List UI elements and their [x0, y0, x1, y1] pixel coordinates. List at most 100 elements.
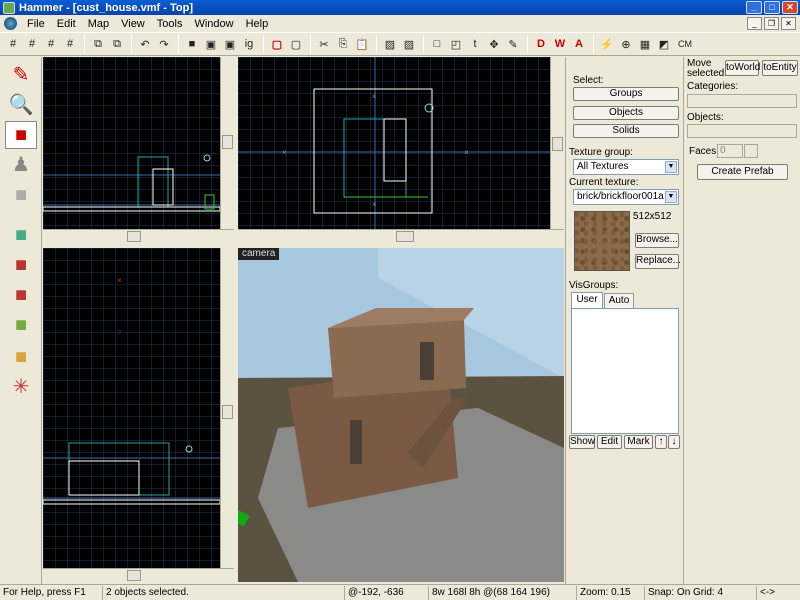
replace-button[interactable]: Replace... [635, 254, 681, 269]
viewport-3d-camera[interactable]: camera [238, 248, 564, 582]
menu-map[interactable]: Map [82, 18, 115, 30]
hide-icon[interactable]: ▣ [202, 35, 220, 53]
camera-label: camera [238, 248, 280, 260]
to-world-button[interactable]: toWorld [725, 60, 760, 76]
faces-label: Faces: [689, 146, 720, 157]
decal-tool-icon[interactable]: ■ [5, 281, 37, 309]
viewport-tl-hscroll[interactable] [43, 229, 234, 243]
viewport-tr-vscroll[interactable] [550, 57, 564, 229]
objects-select[interactable] [687, 124, 797, 138]
carve-icon[interactable]: ⧉ [89, 35, 107, 53]
viewport-2d-top[interactable]: × × × × [238, 57, 550, 229]
db-icon[interactable]: D [532, 35, 550, 53]
viewport-2d-side[interactable]: × ○ [43, 248, 220, 568]
mdi-close-button[interactable]: ✕ [781, 17, 796, 30]
redo-icon[interactable]: ↷ [155, 35, 173, 53]
show-button[interactable]: Show [569, 435, 595, 449]
viewport-tl-vscroll[interactable] [220, 57, 234, 229]
chevron-down-icon: ▼ [665, 161, 677, 173]
texture-group-label: Texture group: [569, 147, 633, 158]
hazard-icon[interactable]: ▨ [381, 35, 399, 53]
clip-tool-icon[interactable]: ■ [5, 343, 37, 371]
camera-tool-icon[interactable]: ■ [5, 121, 37, 149]
move-up-button[interactable]: ↑ [655, 435, 667, 449]
menu-view[interactable]: View [115, 18, 151, 30]
document-icon[interactable] [4, 17, 17, 30]
objects-button[interactable]: Objects [573, 106, 679, 120]
block-tool-icon[interactable]: ■ [5, 181, 37, 209]
show-icon[interactable]: ▣ [221, 35, 239, 53]
apply-texture-icon[interactable]: ■ [5, 251, 37, 279]
cube-icon[interactable]: ▢ [287, 35, 305, 53]
to-entity-button[interactable]: toEntity [762, 60, 798, 76]
select-corner-icon[interactable]: ◰ [447, 35, 465, 53]
texture-lock-icon[interactable]: ■ [183, 35, 201, 53]
move-icon[interactable]: ✥ [485, 35, 503, 53]
menu-edit[interactable]: Edit [51, 18, 82, 30]
mdi-minimize-button[interactable]: _ [747, 17, 762, 30]
copy-icon[interactable]: ⎘ [334, 35, 352, 53]
group-icon[interactable]: ⧉ [108, 35, 126, 53]
mark-button[interactable]: Mark [624, 435, 653, 449]
texture-group-select[interactable]: All Textures ▼ [573, 159, 679, 175]
mdi-restore-button[interactable]: ❐ [764, 17, 779, 30]
undo-icon[interactable]: ↶ [136, 35, 154, 53]
grid-smaller-icon[interactable]: # [42, 35, 60, 53]
main-toolbar: # # # # ⧉ ⧉ ↶ ↷ ■ ▣ ▣ ig ▢ ▢ ✂ ⎘ 📋 ▨ ▨ □… [0, 32, 800, 56]
categories-select[interactable] [687, 94, 797, 108]
minimize-button[interactable]: _ [746, 1, 762, 14]
paste-icon[interactable]: 📋 [353, 35, 371, 53]
create-prefab-button[interactable]: Create Prefab [697, 164, 788, 180]
current-texture-select[interactable]: brick/brickfloor001a ▼ [573, 189, 679, 205]
hazard-cross-icon[interactable]: ▨ [400, 35, 418, 53]
run-map-icon[interactable]: ⚡ [598, 35, 616, 53]
paint-icon[interactable]: ✎ [504, 35, 522, 53]
ignore-groups-button[interactable]: ig [240, 35, 258, 53]
browse-button[interactable]: Browse... [635, 233, 679, 248]
viewport-2d-top-left[interactable] [43, 57, 220, 229]
viewport-tr-hscroll[interactable] [238, 229, 564, 243]
object-panel: Move selected: toWorld toEntity Categori… [683, 57, 800, 584]
faces-input[interactable]: 0 [717, 144, 743, 158]
grid-view-icon[interactable]: ▦ [636, 35, 654, 53]
polygon-icon[interactable]: A [570, 35, 588, 53]
groups-button[interactable]: Groups [573, 87, 679, 101]
texture-application-icon[interactable]: ■ [5, 221, 37, 249]
cm-button[interactable]: CM [674, 35, 696, 53]
3d-grid-icon[interactable]: # [23, 35, 41, 53]
vertex-tool-icon[interactable]: ✳ [5, 373, 37, 401]
text-tool-icon[interactable]: t [466, 35, 484, 53]
overlay-tool-icon[interactable]: ■ [5, 311, 37, 339]
tab-auto[interactable]: Auto [604, 293, 634, 309]
entity-tool-icon[interactable]: ♟ [5, 151, 37, 179]
menu-help[interactable]: Help [240, 18, 275, 30]
globe-tool-icon[interactable]: ⊕ [617, 35, 635, 53]
viewport-bl-vscroll[interactable] [220, 248, 234, 568]
magnify-tool-icon[interactable]: 🔍 [5, 91, 37, 119]
grid-larger-icon[interactable]: # [61, 35, 79, 53]
viewport-bl-hscroll[interactable] [43, 568, 234, 582]
status-zoom: Zoom: 0.15 [576, 586, 644, 600]
status-bar: For Help, press F1 2 objects selected. @… [0, 584, 800, 600]
move-selected-label: Move selected: [687, 58, 728, 79]
menu-window[interactable]: Window [188, 18, 239, 30]
edit-button[interactable]: Edit [597, 435, 622, 449]
visgroups-list[interactable] [571, 308, 679, 434]
close-button[interactable]: ✕ [782, 1, 798, 14]
categories-label: Categories: [687, 81, 739, 92]
tab-user[interactable]: User [571, 292, 603, 308]
maximize-button[interactable]: □ [764, 1, 780, 14]
pointer-tool-icon[interactable]: ✎ [5, 61, 37, 89]
menu-file[interactable]: File [21, 18, 51, 30]
grid-icon[interactable]: # [4, 35, 22, 53]
wireframe-icon[interactable]: W [551, 35, 569, 53]
cut-icon[interactable]: ✂ [315, 35, 333, 53]
menu-tools[interactable]: Tools [151, 18, 189, 30]
cube-red-icon[interactable]: ▢ [268, 35, 286, 53]
solids-button[interactable]: Solids [573, 124, 679, 138]
color-icon[interactable]: ◩ [655, 35, 673, 53]
box-select-icon[interactable]: □ [428, 35, 446, 53]
move-down-button[interactable]: ↓ [668, 435, 680, 449]
texture-preview[interactable] [574, 211, 630, 271]
faces-spinner[interactable] [744, 144, 758, 158]
